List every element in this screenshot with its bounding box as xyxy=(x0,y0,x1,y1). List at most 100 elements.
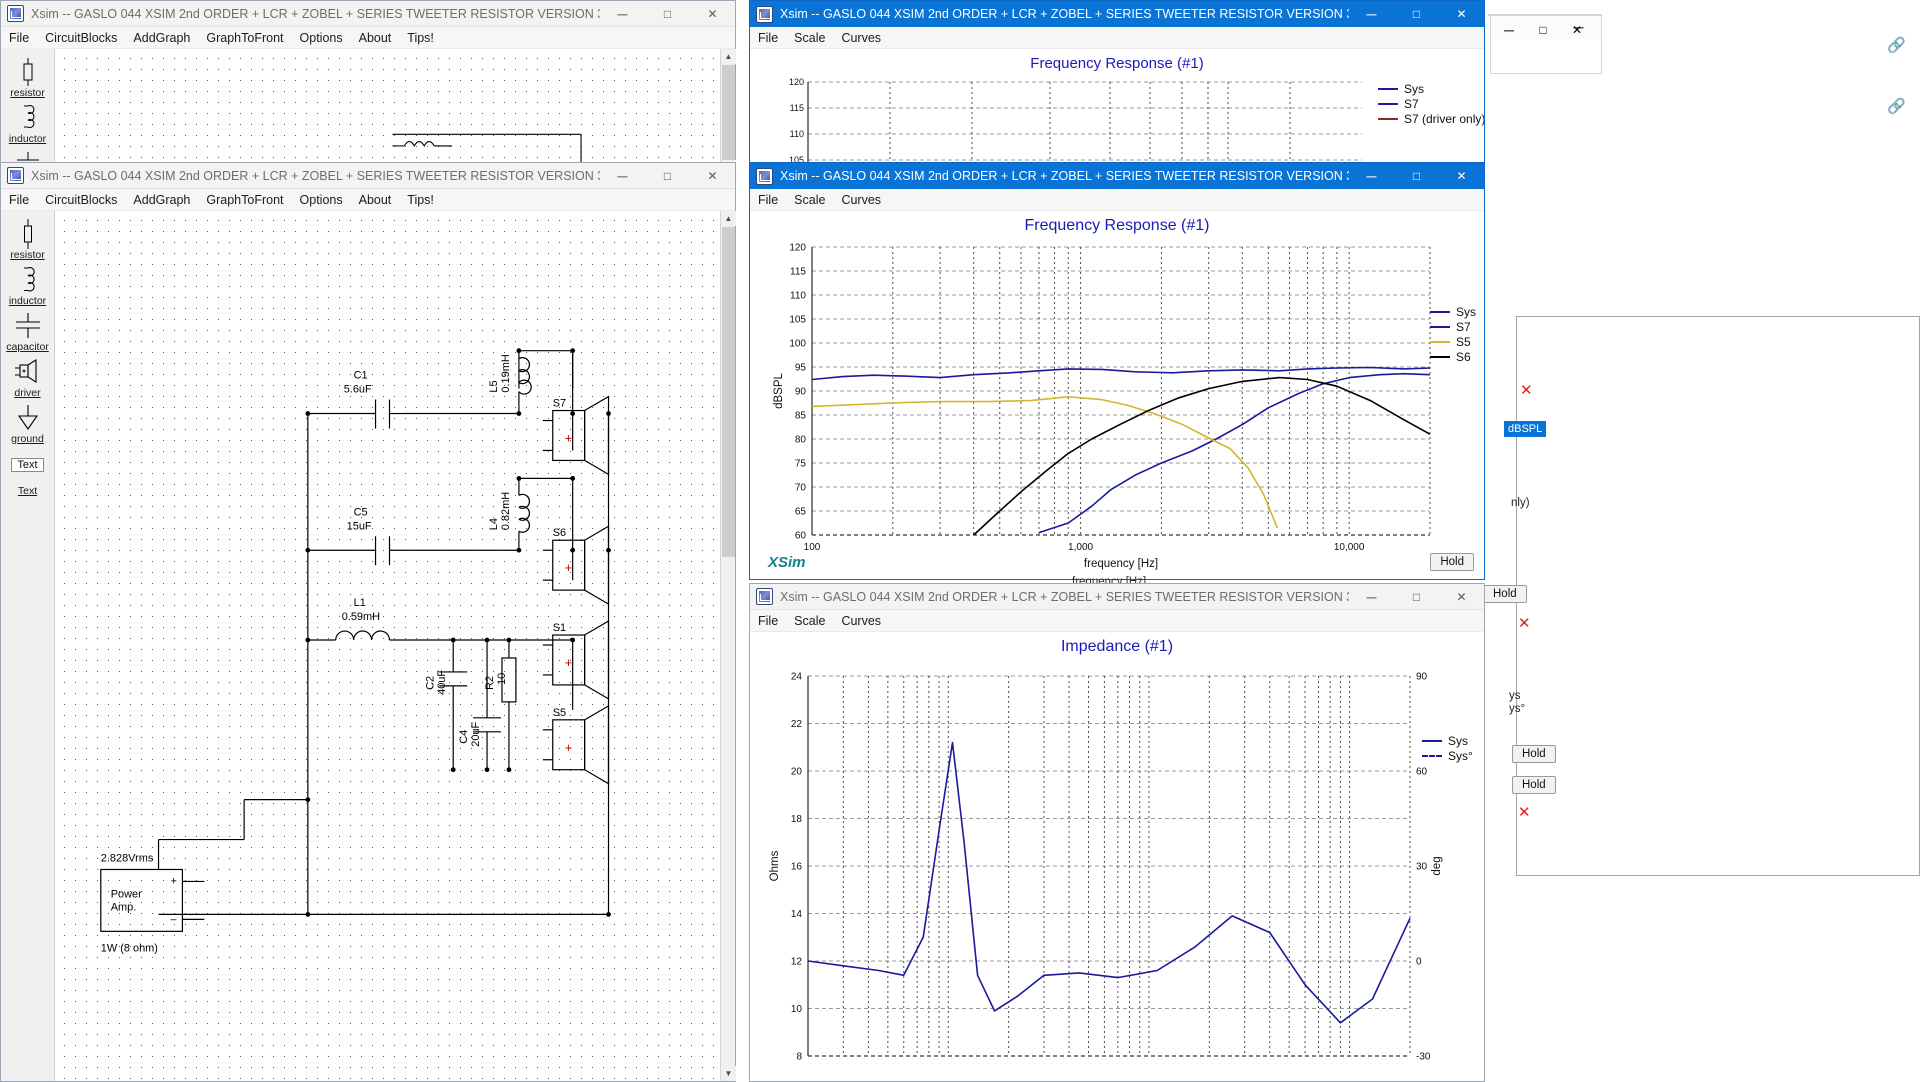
menu-tips[interactable]: Tips! xyxy=(407,193,434,207)
menu-graphtofront[interactable]: GraphToFront xyxy=(206,193,283,207)
scroll-up-icon[interactable]: ▲ xyxy=(721,49,736,64)
close-button[interactable] xyxy=(1439,163,1484,189)
close-icon-c[interactable]: ✕ xyxy=(1518,803,1531,821)
graph-window-back[interactable]: Xsim -- GASLO 044 XSIM 2nd ORDER + LCR +… xyxy=(749,0,1485,176)
legend-item[interactable]: Sys xyxy=(1378,82,1484,96)
legend-item[interactable]: Sys xyxy=(1422,734,1473,748)
close-icon-a[interactable]: ✕ xyxy=(1520,381,1533,399)
maximize-button[interactable] xyxy=(1394,1,1439,27)
menu-addgraph[interactable]: AddGraph xyxy=(133,193,190,207)
palette-item-ground[interactable]: ground xyxy=(1,403,55,445)
maximize-button[interactable] xyxy=(1394,163,1439,189)
graph-back-titlebar[interactable]: Xsim -- GASLO 044 XSIM 2nd ORDER + LCR +… xyxy=(750,1,1484,27)
graph-main-title: Frequency Response (#1) xyxy=(1024,217,1210,234)
minimize-button[interactable] xyxy=(1349,584,1394,609)
menu-curves[interactable]: Curves xyxy=(841,193,881,207)
bg-win-row1-maximize[interactable] xyxy=(1526,17,1560,43)
menu-circuitblocks[interactable]: CircuitBlocks xyxy=(45,31,117,45)
palette-item-inductor[interactable]: inductor xyxy=(1,103,55,145)
hold-button-main[interactable]: Hold xyxy=(1430,553,1474,571)
legend-item[interactable]: S7 xyxy=(1378,97,1484,111)
schematic-window-back[interactable]: Xsim -- GASLO 044 XSIM 2nd ORDER + LCR +… xyxy=(0,0,736,191)
minimize-button[interactable] xyxy=(1349,1,1394,27)
palette-item-resistor[interactable]: resistor xyxy=(1,57,55,99)
minimize-button[interactable] xyxy=(1349,163,1394,189)
vertical-scrollbar-front[interactable]: ▲ ▼ xyxy=(720,211,736,1081)
palette-item-capacitor[interactable]: capacitor xyxy=(1,311,55,353)
scrollbar-thumb[interactable] xyxy=(722,65,735,175)
svg-text:110: 110 xyxy=(790,291,806,302)
hold-button-right-1[interactable]: Hold xyxy=(1512,745,1556,763)
maximize-button[interactable] xyxy=(1394,584,1439,609)
menu-scale[interactable]: Scale xyxy=(794,193,825,207)
menu-circuitblocks[interactable]: CircuitBlocks xyxy=(45,193,117,207)
menu-file[interactable]: File xyxy=(758,31,778,45)
close-icon-b[interactable]: ✕ xyxy=(1518,614,1531,632)
graph-main-titlebar[interactable]: Xsim -- GASLO 044 XSIM 2nd ORDER + LCR +… xyxy=(750,163,1484,189)
link-icon-2[interactable]: 🔗 xyxy=(1887,97,1906,115)
impedance-titlebar[interactable]: Xsim -- GASLO 044 XSIM 2nd ORDER + LCR +… xyxy=(750,584,1484,610)
svg-text:90: 90 xyxy=(1416,672,1428,683)
menu-scale[interactable]: Scale xyxy=(794,31,825,45)
menu-about[interactable]: About xyxy=(359,193,392,207)
background-window-second[interactable] xyxy=(1490,14,1602,16)
palette-item-inductor[interactable]: inductor xyxy=(1,265,55,307)
scrollbar-thumb[interactable] xyxy=(722,227,735,557)
menu-tips[interactable]: Tips! xyxy=(407,31,434,45)
legend-item[interactable]: S5 xyxy=(1430,335,1476,349)
palette-item-driver[interactable]: driver xyxy=(1,357,55,399)
close-button[interactable] xyxy=(690,163,735,188)
svg-text:10: 10 xyxy=(791,1004,803,1015)
menu-options[interactable]: Options xyxy=(300,31,343,45)
menu-file[interactable]: File xyxy=(9,31,29,45)
legend-color-swatch xyxy=(1378,118,1398,120)
schematic-canvas-front[interactable]: C1 5.6uF L5 0.19mH C5 15uF L4 0.82mH L1 … xyxy=(55,211,720,1081)
minimize-button[interactable] xyxy=(600,1,645,26)
close-button[interactable] xyxy=(690,1,735,26)
legend-item[interactable]: S7 (driver only) xyxy=(1378,112,1484,126)
bg-win-row1-close[interactable] xyxy=(1560,17,1594,43)
menu-options[interactable]: Options xyxy=(300,193,343,207)
schematic-canvas-back[interactable] xyxy=(55,49,720,175)
app-icon xyxy=(756,5,773,23)
legend-item[interactable]: Sys xyxy=(1430,305,1476,319)
svg-text:120: 120 xyxy=(789,243,806,254)
schematic-back-titlebar[interactable]: Xsim -- GASLO 044 XSIM 2nd ORDER + LCR +… xyxy=(1,1,735,27)
background-window-mid[interactable] xyxy=(1488,14,1490,16)
svg-text:0: 0 xyxy=(1416,957,1422,968)
menu-file[interactable]: File xyxy=(758,193,778,207)
menu-curves[interactable]: Curves xyxy=(841,614,881,628)
menu-curves[interactable]: Curves xyxy=(841,31,881,45)
menu-file[interactable]: File xyxy=(758,614,778,628)
legend-item[interactable]: S6 xyxy=(1430,350,1476,364)
palette-item-text-box[interactable]: Text xyxy=(1,455,55,475)
scroll-down-icon[interactable]: ▼ xyxy=(721,1066,736,1081)
schematic-front-titlebar[interactable]: Xsim -- GASLO 044 XSIM 2nd ORDER + LCR +… xyxy=(1,163,735,189)
vertical-scrollbar-back[interactable]: ▲ ▼ xyxy=(720,49,736,175)
graph-window-impedance[interactable]: Xsim -- GASLO 044 XSIM 2nd ORDER + LCR +… xyxy=(749,583,1485,1082)
hold-button-behind[interactable]: Hold xyxy=(1483,585,1527,603)
palette-item-text-label[interactable]: Text xyxy=(1,485,55,497)
menu-scale[interactable]: Scale xyxy=(794,614,825,628)
palette-item-resistor[interactable]: resistor xyxy=(1,219,55,261)
maximize-button[interactable] xyxy=(645,1,690,26)
component-value-C5: 15uF xyxy=(347,520,372,532)
minimize-button[interactable] xyxy=(600,163,645,188)
graph-window-main[interactable]: Xsim -- GASLO 044 XSIM 2nd ORDER + LCR +… xyxy=(749,162,1485,580)
bg-win-row1-minimize[interactable] xyxy=(1492,17,1526,43)
close-button[interactable] xyxy=(1439,1,1484,27)
legend-item[interactable]: Sys° xyxy=(1422,749,1473,763)
text-box-icon: Text xyxy=(1,455,55,475)
link-icon-1[interactable]: 🔗 xyxy=(1887,36,1906,54)
close-button[interactable] xyxy=(1439,584,1484,609)
menu-file[interactable]: File xyxy=(9,193,29,207)
menu-addgraph[interactable]: AddGraph xyxy=(133,31,190,45)
legend-item[interactable]: S7 xyxy=(1430,320,1476,334)
bg-graph-window-right[interactable] xyxy=(1516,316,1920,876)
menu-about[interactable]: About xyxy=(359,31,392,45)
hold-button-right-2[interactable]: Hold xyxy=(1512,776,1556,794)
menu-graphtofront[interactable]: GraphToFront xyxy=(206,31,283,45)
maximize-button[interactable] xyxy=(645,163,690,188)
schematic-window-front[interactable]: Xsim -- GASLO 044 XSIM 2nd ORDER + LCR +… xyxy=(0,162,736,1082)
scroll-up-icon[interactable]: ▲ xyxy=(721,211,736,226)
